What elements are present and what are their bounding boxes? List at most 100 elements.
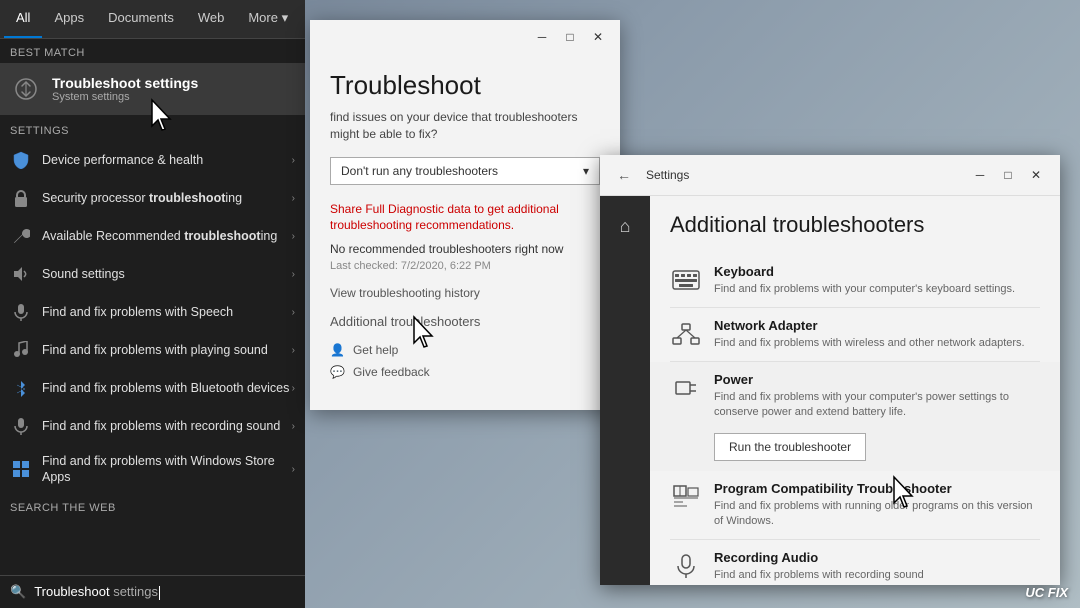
give-feedback-item[interactable]: 💬 Give feedback xyxy=(330,365,600,379)
menu-item-recording[interactable]: Find and fix problems with recording sou… xyxy=(0,407,305,445)
maximize-button[interactable]: □ xyxy=(556,26,584,48)
troubleshooter-dropdown[interactable]: Don't run any troubleshooters ▾ xyxy=(330,157,600,185)
back-button[interactable]: ← xyxy=(610,161,638,189)
additional-content: ⌂ Additional troubleshooters Keyboard Fi… xyxy=(600,196,1060,585)
menu-item-playing-sound[interactable]: Find and fix problems with playing sound… xyxy=(0,331,305,369)
feedback-icon: 💬 xyxy=(330,365,345,379)
ts-power: Power Find and fix problems with your co… xyxy=(650,362,1060,472)
last-checked-text: Last checked: 7/2/2020, 6:22 PM xyxy=(330,260,600,272)
best-match-item[interactable]: Troubleshoot settings System settings xyxy=(0,63,305,115)
menu-item-device-text: Device performance & health xyxy=(42,152,292,168)
search-web-label: Search the web xyxy=(0,494,305,518)
compat-icon xyxy=(670,481,702,513)
arrow-icon: › xyxy=(292,155,295,166)
best-match-subtitle: System settings xyxy=(52,91,198,103)
menu-item-speech[interactable]: Find and fix problems with Speech › xyxy=(0,293,305,331)
mic-rec-icon xyxy=(10,415,32,437)
home-icon[interactable]: ⌂ xyxy=(620,216,631,237)
arrow-icon: › xyxy=(292,383,295,394)
menu-item-speech-text: Find and fix problems with Speech xyxy=(42,304,292,320)
ts-recording: Recording Audio Find and fix problems wi… xyxy=(670,540,1040,585)
ts-network: Network Adapter Find and fix problems wi… xyxy=(670,308,1040,362)
troubleshoot-subtitle: find issues on your device that troubles… xyxy=(330,109,600,143)
menu-item-security-text: Security processor troubleshooting xyxy=(42,190,292,206)
arrow-icon: › xyxy=(292,421,295,432)
lock-icon xyxy=(10,187,32,209)
troubleshoot-titlebar: ─ □ ✕ xyxy=(310,20,620,54)
mic-icon xyxy=(10,301,32,323)
ts-recording-info: Recording Audio Find and fix problems wi… xyxy=(714,550,1040,583)
close-button[interactable]: ✕ xyxy=(584,26,612,48)
settings-label: Settings xyxy=(0,117,305,141)
troubleshoot-icon xyxy=(10,73,42,105)
arrow-icon: › xyxy=(292,345,295,356)
arrow-icon: › xyxy=(292,269,295,280)
help-icon: 👤 xyxy=(330,343,345,357)
additional-title: Additional troubleshooters xyxy=(670,212,1040,238)
menu-item-store-apps[interactable]: Find and fix problems with Windows Store… xyxy=(0,445,305,494)
best-match-title: Troubleshoot settings xyxy=(52,75,198,91)
start-search-panel: All Apps Documents Web More ▾ Best match… xyxy=(0,0,305,608)
no-recommended-text: No recommended troubleshooters right now xyxy=(330,242,600,256)
speaker-icon xyxy=(10,263,32,285)
best-match-label: Best match xyxy=(0,39,305,63)
recording-icon xyxy=(670,550,702,582)
ts-keyboard-info: Keyboard Find and fix problems with your… xyxy=(714,264,1040,297)
tab-documents[interactable]: Documents xyxy=(96,0,186,38)
tab-more[interactable]: More ▾ xyxy=(236,0,300,38)
ts-network-info: Network Adapter Find and fix problems wi… xyxy=(714,318,1040,351)
additional-main: Additional troubleshooters Keyboard Find… xyxy=(650,196,1060,585)
menu-item-playing-sound-text: Find and fix problems with playing sound xyxy=(42,342,292,358)
wrench-icon xyxy=(10,225,32,247)
ts-power-info: Power Find and fix problems with your co… xyxy=(714,372,1040,462)
arrow-icon: › xyxy=(292,193,295,204)
tab-web[interactable]: Web xyxy=(186,0,237,38)
menu-item-sound[interactable]: Sound settings › xyxy=(0,255,305,293)
maximize-button-add[interactable]: □ xyxy=(994,164,1022,186)
store-icon xyxy=(10,458,32,480)
window-name: Settings xyxy=(646,168,689,182)
minimize-button-add[interactable]: ─ xyxy=(966,164,994,186)
diagnostic-link[interactable]: Share Full Diagnostic data to get additi… xyxy=(330,201,600,235)
tab-apps[interactable]: Apps xyxy=(42,0,96,38)
menu-item-available-recommended[interactable]: Available Recommended troubleshooting › xyxy=(0,217,305,255)
search-tabs: All Apps Documents Web More ▾ xyxy=(0,0,305,39)
additional-troubleshooters-window: ← Settings ─ □ ✕ ⌂ Additional troublesho… xyxy=(600,155,1060,585)
arrow-icon: › xyxy=(292,307,295,318)
view-history-link[interactable]: View troubleshooting history xyxy=(330,286,600,300)
tab-all[interactable]: All xyxy=(4,0,42,38)
ts-keyboard: Keyboard Find and fix problems with your… xyxy=(670,254,1040,308)
menu-item-sound-text: Sound settings xyxy=(42,266,292,282)
watermark: UC FIX xyxy=(1025,585,1068,600)
menu-item-recommended-text: Available Recommended troubleshooting xyxy=(42,228,292,244)
get-help-item[interactable]: 👤 Get help xyxy=(330,343,600,357)
run-troubleshooter-button[interactable]: Run the troubleshooter xyxy=(714,433,866,461)
bluetooth-icon xyxy=(10,377,32,399)
network-icon xyxy=(670,318,702,350)
arrow-icon: › xyxy=(292,464,295,475)
search-input-display: Troubleshoot settings xyxy=(34,584,160,600)
menu-item-bluetooth[interactable]: Find and fix problems with Bluetooth dev… xyxy=(0,369,305,407)
additional-titlebar: ← Settings ─ □ ✕ xyxy=(600,155,1060,196)
troubleshoot-window: ─ □ ✕ Troubleshoot find issues on your d… xyxy=(310,20,620,410)
music-icon xyxy=(10,339,32,361)
search-icon-bottom: 🔍 xyxy=(10,584,26,600)
power-icon xyxy=(670,372,702,404)
minimize-button[interactable]: ─ xyxy=(528,26,556,48)
troubleshoot-content: Troubleshoot find issues on your device … xyxy=(310,54,620,410)
ts-compat: Program Compatibility Troubleshooter Fin… xyxy=(670,471,1040,540)
shield-icon xyxy=(10,149,32,171)
close-button-add[interactable]: ✕ xyxy=(1022,164,1050,186)
keyboard-icon xyxy=(670,264,702,296)
additional-troubleshooters-link[interactable]: Additional troubleshooters xyxy=(330,314,600,329)
titlebar-buttons: ─ □ ✕ xyxy=(966,164,1050,186)
menu-item-device-performance[interactable]: Device performance & health › xyxy=(0,141,305,179)
troubleshoot-title: Troubleshoot xyxy=(330,70,600,101)
best-match-text: Troubleshoot settings System settings xyxy=(52,75,198,103)
ts-compat-info: Program Compatibility Troubleshooter Fin… xyxy=(714,481,1040,529)
menu-item-store-text: Find and fix problems with Windows Store… xyxy=(42,453,292,486)
menu-item-security-processor[interactable]: Security processor troubleshooting › xyxy=(0,179,305,217)
menu-item-bluetooth-text: Find and fix problems with Bluetooth dev… xyxy=(42,380,292,396)
search-bar[interactable]: 🔍 Troubleshoot settings xyxy=(0,575,305,608)
settings-sidebar: ⌂ xyxy=(600,196,650,585)
